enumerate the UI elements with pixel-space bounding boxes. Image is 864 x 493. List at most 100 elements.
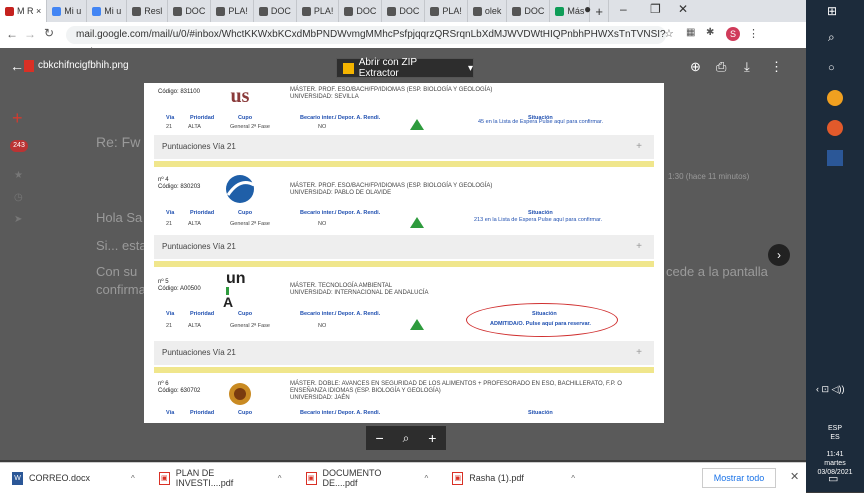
chevron-up-icon[interactable]: ^ (131, 474, 135, 483)
entry-3-cupo: General 2ª Fase (230, 323, 270, 329)
snoozed-icon[interactable]: ◷ (14, 192, 23, 203)
browser-tab[interactable]: Mi u (87, 0, 128, 22)
clock-time: 11:41 (826, 451, 844, 458)
inbox-count-badge[interactable]: 243 (10, 140, 28, 152)
reload-icon[interactable]: ↻ (44, 26, 54, 40)
browser-tab[interactable]: Resl (127, 0, 169, 22)
forward-arrow-icon[interactable]: → (24, 27, 36, 41)
entry-3-via: 21 (166, 323, 173, 329)
url-field[interactable]: mail.google.com/mail/u/0/#inbox/WhctKKWx… (66, 26, 666, 58)
tab-favicon-icon (52, 6, 62, 16)
download-item[interactable]: ▣ PLAN DE INVESTI....pdf ^ (147, 463, 294, 493)
browser-tab[interactable]: DOC (507, 0, 551, 22)
compose-plus-icon[interactable]: + (12, 108, 23, 129)
system-clock[interactable]: ESP ES 11:41 martes 03/08/2021 (806, 424, 864, 477)
chevron-up-icon[interactable]: ^ (425, 474, 429, 483)
clock-lang2: ES (830, 434, 840, 441)
tab-favicon-icon (344, 6, 354, 16)
punt-label-3: Puntuaciones Vía 21 (162, 348, 236, 357)
entry-2-cupo: General 2ª Fase (230, 221, 270, 227)
tab-favicon-icon (555, 6, 565, 16)
entry-2-num: nº 4 (158, 177, 169, 183)
entry-4-code: Código: 630702 (158, 388, 201, 394)
close-downloads-icon[interactable]: ✕ (790, 470, 799, 483)
viewer-back-icon[interactable]: ← (10, 58, 24, 74)
next-attachment-button[interactable]: › (768, 244, 790, 266)
tab-label: Más (567, 6, 585, 16)
entry-4-title: MÁSTER. DOBLE: AVANCES EN SEGURIDAD DE L… (290, 381, 622, 394)
tab-label: olek (484, 6, 502, 16)
zoom-controls: − ⌕ + (366, 426, 446, 450)
browser-tab[interactable]: Mi u (47, 0, 88, 22)
entry-1-code: Código: 831100 (158, 89, 200, 95)
entry-2-via: 21 (166, 221, 173, 227)
print-icon[interactable]: ⎙ (716, 59, 726, 75)
browser-tab[interactable]: PLA! (211, 0, 254, 22)
download-item[interactable]: ▣ DOCUMENTO DE....pdf ^ (294, 463, 441, 493)
download-name: Rasha (1).pdf (469, 473, 524, 483)
browser-tab[interactable]: DOC (168, 0, 212, 22)
downloads-bar: W CORREO.docx ^ ▣ PLAN DE INVESTI....pdf ^ ▣ DO… (0, 462, 806, 493)
col-via-3: Vía (166, 311, 175, 317)
download-name: CORREO.docx (29, 473, 91, 483)
add-to-drive-icon[interactable]: ⊕ (690, 59, 701, 75)
chevron-up-icon[interactable]: ^ (571, 474, 575, 483)
browser-tab[interactable]: olek (468, 0, 508, 22)
tray-icons[interactable]: ‹ ⊡ ◁)) (816, 384, 844, 395)
tab-favicon-icon (216, 6, 226, 16)
puntuaciones-row-2: Puntuaciones Vía 21 + (154, 235, 654, 259)
col-cupo-4: Cupo (238, 410, 253, 416)
browser-tab[interactable]: DOC (254, 0, 297, 22)
search-icon[interactable]: ⌕ (828, 30, 835, 45)
more-options-icon[interactable]: ⋮ (770, 59, 783, 75)
expand-plus-icon: + (636, 141, 642, 152)
browser-tab[interactable]: DOC (382, 0, 426, 22)
document-image: Código: 831100 us MÁSTER. PROF. ESO/BACH… (144, 83, 664, 423)
tab-label: DOC (399, 6, 420, 16)
upo-logo (220, 173, 260, 203)
entry-3-becario: NO (318, 323, 327, 329)
show-all-downloads-button[interactable]: Mostrar todo (702, 468, 776, 488)
browser-tab[interactable]: PLA! (297, 0, 340, 22)
browser-tab[interactable]: DOC (339, 0, 383, 22)
zoom-in-icon[interactable]: + (428, 430, 436, 446)
chrome-taskbar-icon[interactable] (827, 90, 843, 106)
download-item[interactable]: ▣ Rasha (1).pdf ^ (440, 463, 587, 493)
tab-favicon-icon (301, 6, 311, 16)
word-taskbar-icon[interactable] (827, 150, 843, 166)
menu-kebab-icon[interactable]: ⋮ (748, 27, 759, 40)
tab-label: M R × (17, 6, 42, 16)
chevron-down-icon[interactable]: ▾ (468, 63, 473, 74)
unia-logo: un A (220, 271, 260, 311)
email-line-4: confirma (96, 282, 146, 297)
profile-dot-icon[interactable]: ● (584, 2, 591, 16)
zoom-out-icon[interactable]: − (375, 430, 383, 446)
download-item[interactable]: W CORREO.docx ^ (0, 463, 147, 493)
starred-icon[interactable]: ★ (14, 170, 23, 181)
task-view-icon[interactable]: ○ (828, 62, 835, 74)
browser-tab[interactable]: PLA! (425, 0, 468, 22)
zoom-search-icon[interactable]: ⌕ (403, 431, 410, 446)
minimize-icon[interactable]: – (620, 2, 627, 16)
open-zip-extractor-button[interactable]: Abrir con ZIP Extractor ▾ (336, 57, 474, 79)
entry-4-num: nº 6 (158, 381, 169, 387)
chevron-up-icon[interactable]: ^ (278, 474, 282, 483)
browser-tab[interactable]: M R × (0, 0, 48, 22)
tab-label: DOC (185, 6, 206, 16)
close-window-icon[interactable]: ✕ (678, 2, 688, 16)
expand-plus-icon: + (636, 241, 642, 252)
extension-icon[interactable]: ▦ (686, 27, 695, 38)
download-icon[interactable]: ⤓ (744, 59, 750, 75)
sent-icon[interactable]: ➤ (14, 214, 22, 225)
back-arrow-icon[interactable]: ← (6, 27, 18, 41)
status-triangle-icon (410, 319, 424, 330)
zip-extractor-icon (343, 62, 354, 74)
profile-avatar[interactable]: S (726, 27, 740, 41)
start-icon[interactable]: ⊞ (827, 4, 837, 18)
notifications-icon[interactable]: ▭ (828, 472, 838, 485)
new-tab-icon[interactable]: + (590, 0, 609, 22)
maximize-icon[interactable]: ❐ (650, 2, 661, 16)
entry-1-univ: UNIVERSIDAD: SEVILLA (290, 94, 359, 100)
firefox-taskbar-icon[interactable] (827, 120, 843, 136)
puzzle-icon[interactable]: ✱ (706, 27, 714, 38)
